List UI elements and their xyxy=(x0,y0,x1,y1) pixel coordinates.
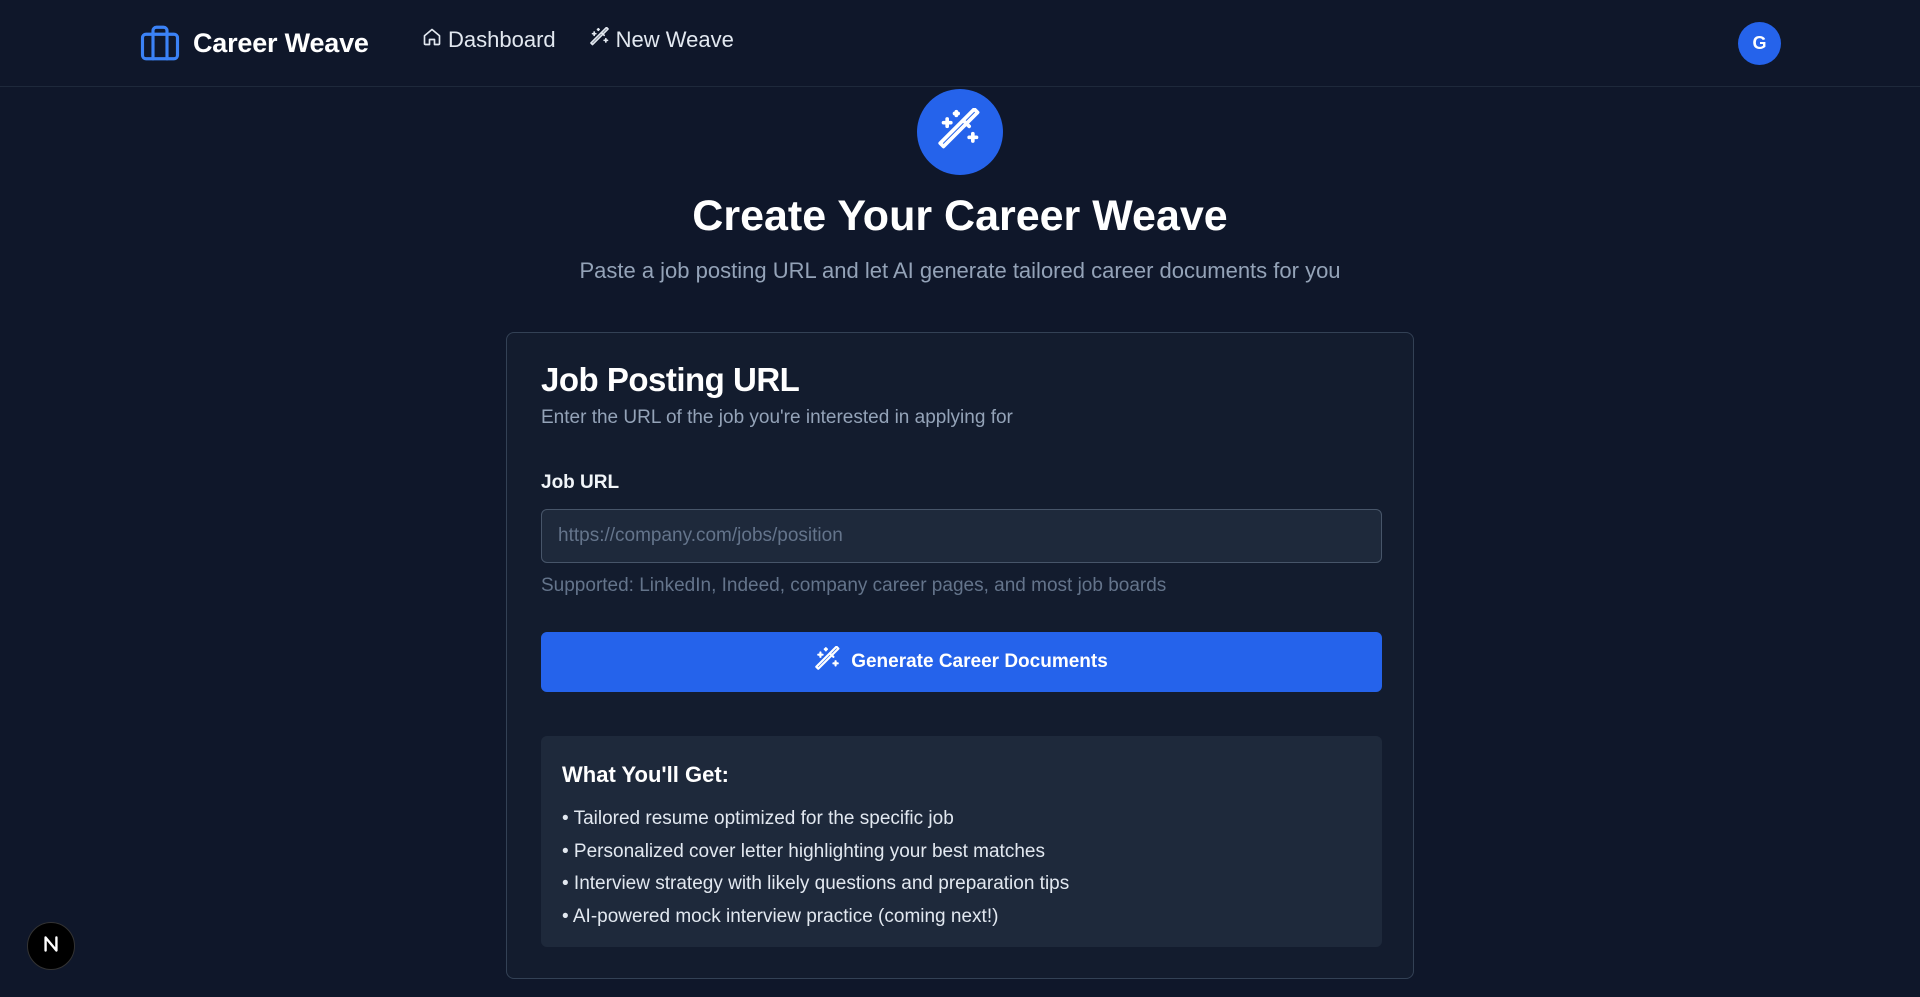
job-url-card: Job Posting URL Enter the URL of the job… xyxy=(506,332,1414,979)
nav-item-dashboard[interactable]: Dashboard xyxy=(422,27,556,53)
generate-button-label: Generate Career Documents xyxy=(851,651,1108,672)
job-url-label: Job URL xyxy=(541,472,620,493)
top-navigation-bar: Career Weave Dashboard New Weave G xyxy=(0,0,1920,87)
nav-item-new-weave[interactable]: New Weave xyxy=(589,26,734,53)
page-title: Create Your Career Weave xyxy=(692,192,1228,240)
info-title: What You'll Get: xyxy=(562,762,729,787)
job-url-input[interactable] xyxy=(541,509,1382,563)
briefcase-icon xyxy=(139,22,181,64)
nextjs-dev-badge[interactable] xyxy=(27,922,75,970)
user-avatar[interactable]: G xyxy=(1738,22,1781,65)
card-title: Job Posting URL xyxy=(541,361,800,398)
supported-sites-hint: Supported: LinkedIn, Indeed, company car… xyxy=(541,575,1167,596)
magic-wand-icon xyxy=(815,645,841,678)
hero-badge xyxy=(917,89,1003,175)
what-you-get-box: What You'll Get: • Tailored resume optim… xyxy=(541,736,1382,947)
magic-wand-icon xyxy=(589,26,610,53)
nav-item-label: New Weave xyxy=(615,27,734,52)
magic-wand-icon xyxy=(938,106,982,157)
card-description: Enter the URL of the job you're interest… xyxy=(541,407,1013,428)
nextjs-icon xyxy=(38,931,64,962)
list-item: • Personalized cover letter highlighting… xyxy=(562,840,1045,862)
benefits-list: • Tailored resume optimized for the spec… xyxy=(562,803,1069,933)
home-icon xyxy=(422,27,442,53)
main-nav: Dashboard New Weave xyxy=(422,26,734,53)
generate-documents-button[interactable]: Generate Career Documents xyxy=(541,632,1382,692)
brand-logo-link[interactable]: Career Weave xyxy=(139,22,369,64)
nav-item-label: Dashboard xyxy=(448,27,556,52)
list-item: • AI-powered mock interview practice (co… xyxy=(562,905,999,927)
brand-name: Career Weave xyxy=(193,27,369,58)
page-subtitle: Paste a job posting URL and let AI gener… xyxy=(579,258,1341,283)
list-item: • Tailored resume optimized for the spec… xyxy=(562,808,954,829)
list-item: • Interview strategy with likely questio… xyxy=(562,873,1070,894)
